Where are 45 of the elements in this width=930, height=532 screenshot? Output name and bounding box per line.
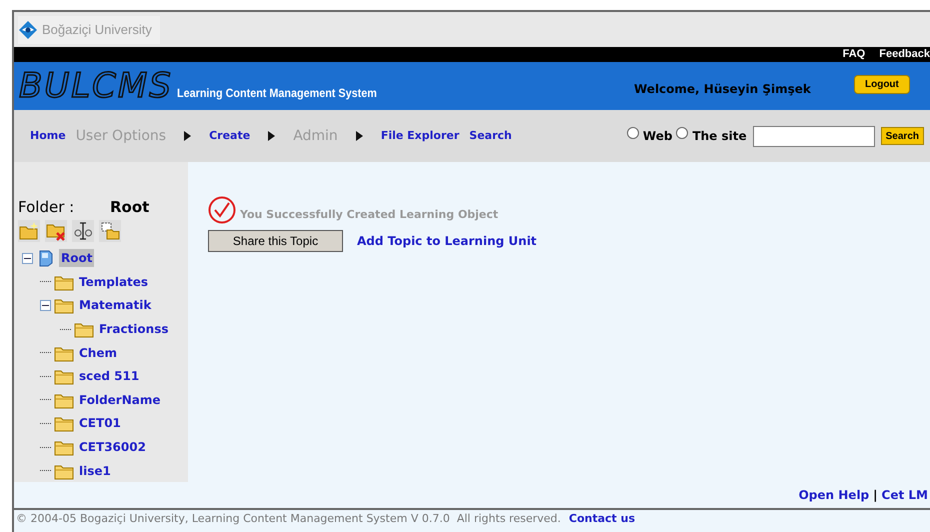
contact-link[interactable]: Contact us: [568, 510, 636, 528]
radio-label: The site: [692, 128, 747, 145]
university-logo-icon: [18, 20, 38, 40]
nav-link[interactable]: Create: [209, 128, 250, 144]
success-message: You Successfully Created Learning Object: [240, 206, 498, 222]
tree-item[interactable]: CET36002: [77, 438, 148, 456]
logout-button[interactable]: Logout: [854, 75, 910, 94]
tree-item[interactable]: Fractionss: [97, 320, 170, 338]
welcome-text: Welcome, Hüseyin Şimşek: [634, 81, 811, 98]
radio-button[interactable]: [626, 127, 639, 139]
share-topic-button[interactable]: Share this Topic: [208, 230, 343, 252]
radio-button[interactable]: [676, 127, 688, 139]
tree-item[interactable]: lise1: [77, 462, 113, 480]
bulcms-logo: BULCMS: [19, 69, 173, 103]
radio-label: Web: [642, 128, 672, 145]
nav-link[interactable]: Search: [469, 128, 512, 144]
new-folder-icon[interactable]: [18, 220, 40, 242]
tree-item[interactable]: CET01: [77, 414, 123, 432]
checkmark-icon: [208, 196, 236, 224]
delete-folder-icon[interactable]: [45, 220, 67, 242]
top-link[interactable]: FAQ: [842, 46, 866, 63]
search-field[interactable]: [752, 126, 875, 146]
site-title: Boğaziçi University: [42, 20, 152, 39]
add-topic-link[interactable]: Add Topic to Learning Unit: [357, 232, 537, 250]
link-separator: |: [873, 487, 878, 504]
tree-item[interactable]: Chem: [77, 344, 119, 362]
tree-item[interactable]: Root: [59, 249, 94, 268]
system-subtitle: Learning Content Management System: [176, 85, 377, 102]
top-link[interactable]: Feedback: [879, 46, 930, 63]
tree-item[interactable]: sced 511: [77, 367, 142, 386]
copyright-text: © 2004-05 Bogaziçi University, Learning Content Management System V 0.7.0 All rights reserved.: [16, 510, 561, 527]
nav-link[interactable]: File Explorer: [380, 128, 460, 144]
collapse-toggle-icon[interactable]: [40, 300, 51, 311]
search-button[interactable]: Search: [880, 127, 924, 145]
nav-link[interactable]: Home: [30, 128, 66, 144]
collapse-toggle-icon[interactable]: [22, 252, 33, 264]
footer-link[interactable]: Open Help: [798, 486, 870, 504]
tree-item[interactable]: FolderName: [77, 390, 162, 409]
folder-label: Folder :: [18, 197, 76, 218]
move-folder-icon[interactable]: [99, 220, 121, 242]
rename-icon[interactable]: [72, 220, 94, 242]
folder-name: Root: [110, 197, 150, 218]
tree-item[interactable]: Templates: [77, 272, 150, 291]
footer-link[interactable]: Cet LM: [882, 486, 928, 504]
tree-item[interactable]: Matematik: [77, 296, 154, 314]
